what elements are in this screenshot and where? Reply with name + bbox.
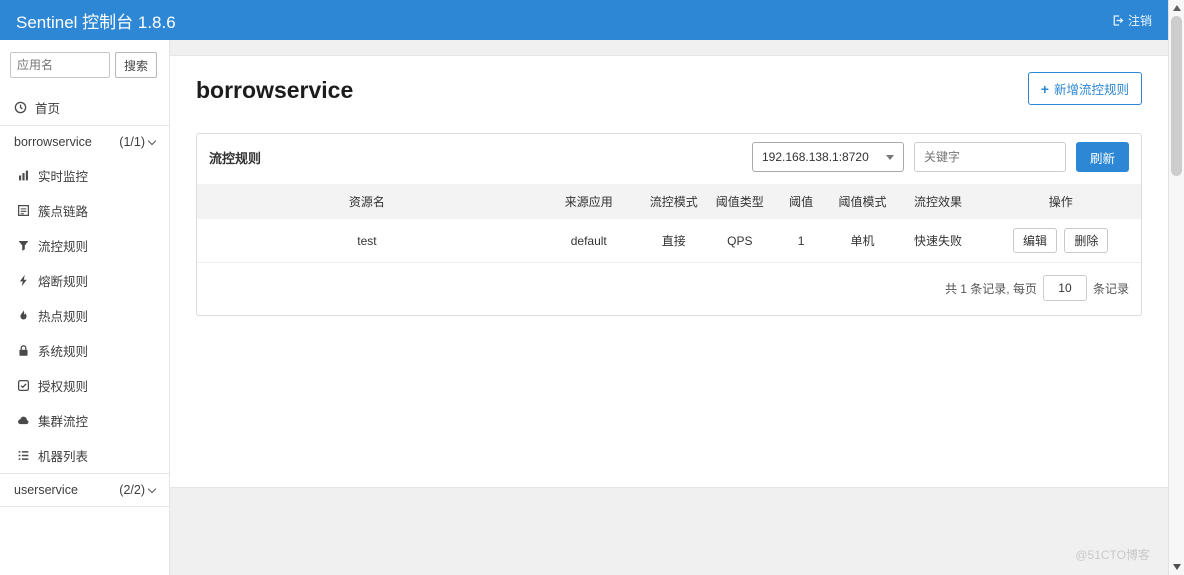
machine-select-value: 192.168.138.1:8720 (761, 150, 869, 164)
sidebar-item-flow-rules[interactable]: 流控规则 (0, 228, 169, 263)
app-title: Sentinel 控制台 1.8.6 (16, 12, 176, 32)
main-content: borrowservice + 新增流控规则 流控规则 192.168.138.… (170, 40, 1168, 575)
refresh-button[interactable]: 刷新 (1075, 142, 1129, 172)
list-icon (17, 449, 31, 463)
sidebar-app-userservice[interactable]: userservice (2/2) (0, 473, 169, 507)
col-threshold-mode: 阈值模式 (829, 184, 896, 219)
sign-out-icon (1111, 14, 1124, 27)
app-name: borrowservice (14, 135, 92, 149)
bolt-icon (17, 274, 31, 288)
panel-title: 流控规则 (209, 150, 262, 166)
logout-label: 注销 (1127, 13, 1152, 28)
flow-rules-table: 资源名 来源应用 流控模式 阈值类型 阈值 阈值模式 流控效果 操作 test … (197, 184, 1141, 263)
sidebar-item-authority-rules[interactable]: 授权规则 (0, 368, 169, 403)
sidebar-item-home[interactable]: 首页 (0, 90, 169, 125)
col-flow-effect: 流控效果 (895, 184, 981, 219)
sidebar-item-cluster-flow[interactable]: 集群流控 (0, 403, 169, 438)
sidebar-item-label: 授权规则 (38, 380, 89, 394)
content-card: borrowservice + 新增流控规则 流控规则 192.168.138.… (170, 55, 1168, 488)
top-bar: Sentinel 控制台 1.8.6 注销 (0, 0, 1168, 40)
sidebar-item-realtime-monitor[interactable]: 实时监控 (0, 158, 169, 193)
clock-icon (14, 101, 28, 115)
cell-actions: 编辑 删除 (980, 219, 1141, 263)
keyword-input[interactable] (913, 142, 1066, 172)
sidebar-item-label: 热点规则 (38, 310, 89, 324)
sidebar-item-label: 簇点链路 (38, 205, 89, 219)
cell-threshold-type: QPS (706, 219, 773, 263)
cell-flow-mode: 直接 (640, 219, 707, 263)
check-square-icon (17, 379, 31, 393)
cell-threshold-mode: 单机 (829, 219, 896, 263)
table-header-row: 资源名 来源应用 流控模式 阈值类型 阈值 阈值模式 流控效果 操作 (197, 184, 1141, 219)
sidebar-item-label: 流控规则 (38, 240, 89, 254)
pagination-suffix-text: 条记录 (1092, 281, 1129, 296)
sidebar-item-label: 集群流控 (38, 415, 89, 429)
cell-flow-effect: 快速失败 (895, 219, 981, 263)
chart-bar-icon (17, 169, 31, 183)
chevron-down-icon (147, 484, 157, 493)
sidebar: 搜索 首页 borrowservice (1/1) 实时监控 (0, 40, 170, 575)
page-title: borrowservice (196, 77, 354, 103)
add-flow-rule-button[interactable]: + 新增流控规则 (1027, 72, 1142, 105)
scroll-down-arrow-icon[interactable] (1173, 564, 1181, 570)
sidebar-item-cluster-link[interactable]: 簇点链路 (0, 193, 169, 228)
cloud-icon (17, 414, 31, 428)
col-source-app: 来源应用 (536, 184, 641, 219)
col-actions: 操作 (980, 184, 1141, 219)
sidebar-item-hotspot-rules[interactable]: 热点规则 (0, 298, 169, 333)
sidebar-item-label: 熔断规则 (38, 275, 89, 289)
app-search-input[interactable] (10, 52, 110, 78)
scroll-up-arrow-icon[interactable] (1173, 5, 1181, 11)
edit-button[interactable]: 编辑 (1013, 228, 1058, 253)
sidebar-item-machine-list[interactable]: 机器列表 (0, 438, 169, 473)
sidebar-item-label: 首页 (35, 102, 61, 116)
app-search-button[interactable]: 搜索 (115, 52, 158, 78)
app-health-count: (1/1) (119, 135, 145, 149)
scrollbar-thumb[interactable] (1171, 16, 1182, 176)
col-resource: 资源名 (197, 184, 537, 219)
flame-icon (17, 309, 31, 323)
add-flow-rule-label: 新增流控规则 (1053, 83, 1129, 97)
flow-rules-panel: 流控规则 192.168.138.1:8720 刷新 (196, 133, 1142, 316)
logout-button[interactable]: 注销 (1111, 12, 1152, 29)
vertical-scrollbar[interactable] (1168, 0, 1184, 575)
sidebar-item-label: 机器列表 (38, 450, 89, 464)
plus-icon: + (1040, 80, 1049, 97)
col-threshold: 阈值 (772, 184, 830, 219)
watermark-text: @51CTO博客 (1075, 548, 1150, 562)
page-size-input[interactable] (1042, 275, 1087, 301)
pagination-total-text: 共 1 条记录, 每页 (944, 281, 1037, 296)
lock-icon (17, 344, 31, 358)
sidebar-item-degrade-rules[interactable]: 熔断规则 (0, 263, 169, 298)
app-name: userservice (14, 483, 78, 497)
table-row: test default 直接 QPS 1 单机 快速失败 编辑 删除 (197, 219, 1141, 263)
app-window: Sentinel 控制台 1.8.6 注销 搜索 首页 borrowservic… (0, 0, 1168, 575)
col-flow-mode: 流控模式 (640, 184, 707, 219)
sidebar-item-label: 系统规则 (38, 345, 89, 359)
caret-down-icon (885, 154, 894, 160)
machine-select[interactable]: 192.168.138.1:8720 (751, 142, 904, 172)
cell-threshold: 1 (772, 219, 830, 263)
chevron-down-icon (147, 136, 157, 145)
cell-source-app: default (536, 219, 641, 263)
sidebar-item-system-rules[interactable]: 系统规则 (0, 333, 169, 368)
cell-resource: test (197, 219, 537, 263)
delete-button[interactable]: 删除 (1064, 228, 1109, 253)
filter-icon (17, 239, 31, 253)
sidebar-app-borrowservice[interactable]: borrowservice (1/1) (0, 125, 169, 158)
sidebar-item-label: 实时监控 (38, 170, 89, 184)
pagination: 共 1 条记录, 每页 条记录 (197, 263, 1141, 315)
cluster-link-icon (17, 204, 31, 218)
col-threshold-type: 阈值类型 (706, 184, 773, 219)
app-health-count: (2/2) (119, 483, 145, 497)
